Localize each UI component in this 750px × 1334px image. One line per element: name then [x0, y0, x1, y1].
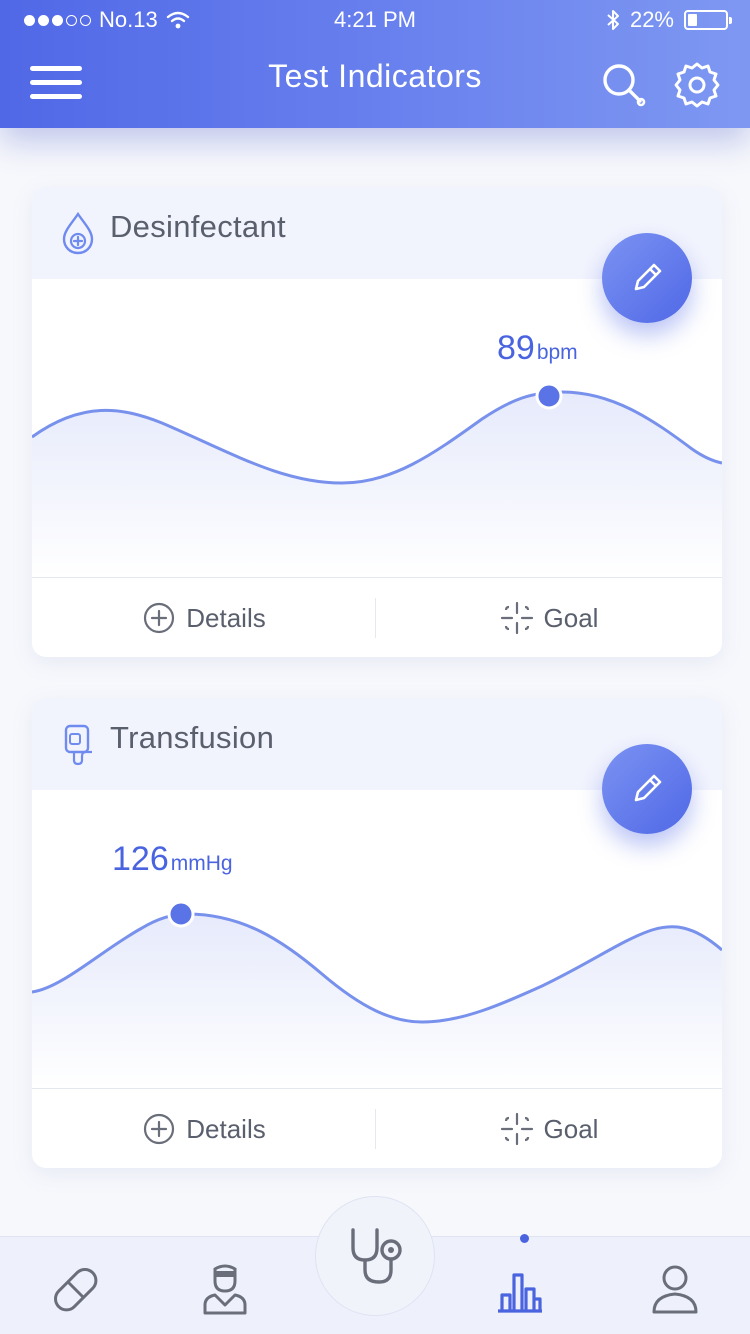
bar-chart-icon	[498, 1273, 542, 1313]
chart-area	[32, 392, 722, 577]
reading-value: 89bpm	[497, 329, 578, 368]
tab-doctor[interactable]	[195, 1259, 255, 1319]
battery-percent: 22%	[629, 7, 674, 32]
card-footer: Details Goal	[32, 577, 722, 657]
reading-number: 126	[112, 840, 169, 878]
card-title: Desinfectant	[110, 209, 286, 244]
gear-icon[interactable]	[672, 60, 722, 110]
status-right: 22%	[606, 7, 732, 33]
tab-pill[interactable]	[45, 1259, 105, 1319]
chart-area	[32, 914, 722, 1088]
target-icon	[500, 601, 533, 635]
bluetooth-icon	[607, 10, 619, 30]
trend-chart	[32, 382, 722, 577]
search-icon[interactable]	[598, 60, 648, 110]
footer-divider	[375, 598, 376, 638]
edit-button[interactable]	[602, 744, 692, 834]
user-icon	[652, 1265, 698, 1314]
stethoscope-icon	[351, 1228, 402, 1284]
chart-point[interactable]	[535, 382, 563, 410]
trend-chart	[32, 900, 722, 1088]
goal-label: Goal	[543, 1113, 599, 1144]
pencil-icon	[634, 774, 662, 802]
reading-value: 126mmHg	[112, 840, 233, 879]
details-button[interactable]: Details	[32, 578, 376, 658]
battery-icon	[684, 10, 732, 30]
active-tab-indicator	[520, 1234, 529, 1243]
pill-icon	[54, 1268, 98, 1312]
plus-circle-icon	[144, 1113, 175, 1145]
plus-circle-icon	[144, 602, 175, 634]
details-button[interactable]: Details	[32, 1089, 376, 1169]
indicator-card-transfusion: Transfusion 126mmHg Details Goal	[32, 698, 722, 1168]
app-header: No.13 4:21 PM 22% Test Indicators	[0, 0, 750, 128]
status-bar: No.13 4:21 PM 22%	[0, 0, 750, 40]
pencil-icon	[634, 263, 662, 291]
chart-point[interactable]	[167, 900, 195, 928]
details-label: Details	[186, 602, 266, 633]
goal-button[interactable]: Goal	[377, 1089, 721, 1169]
tab-stats[interactable]	[490, 1259, 550, 1319]
details-label: Details	[186, 1113, 266, 1144]
reading-unit: bpm	[536, 341, 578, 364]
reading-unit: mmHg	[170, 852, 233, 875]
iv-bag-icon	[64, 724, 92, 766]
indicator-card-desinfectant: Desinfectant 89bpm Details Goal	[32, 187, 722, 657]
goal-label: Goal	[543, 602, 599, 633]
reading-number: 89	[497, 329, 535, 367]
doctor-icon	[203, 1264, 247, 1315]
card-title: Transfusion	[110, 720, 275, 755]
tab-profile[interactable]	[645, 1259, 705, 1319]
goal-button[interactable]: Goal	[377, 578, 721, 658]
drop-plus-icon	[62, 211, 94, 255]
tab-checkup[interactable]	[315, 1196, 435, 1316]
edit-button[interactable]	[602, 233, 692, 323]
footer-divider	[375, 1109, 376, 1149]
card-footer: Details Goal	[32, 1088, 722, 1168]
target-icon	[500, 1112, 533, 1146]
